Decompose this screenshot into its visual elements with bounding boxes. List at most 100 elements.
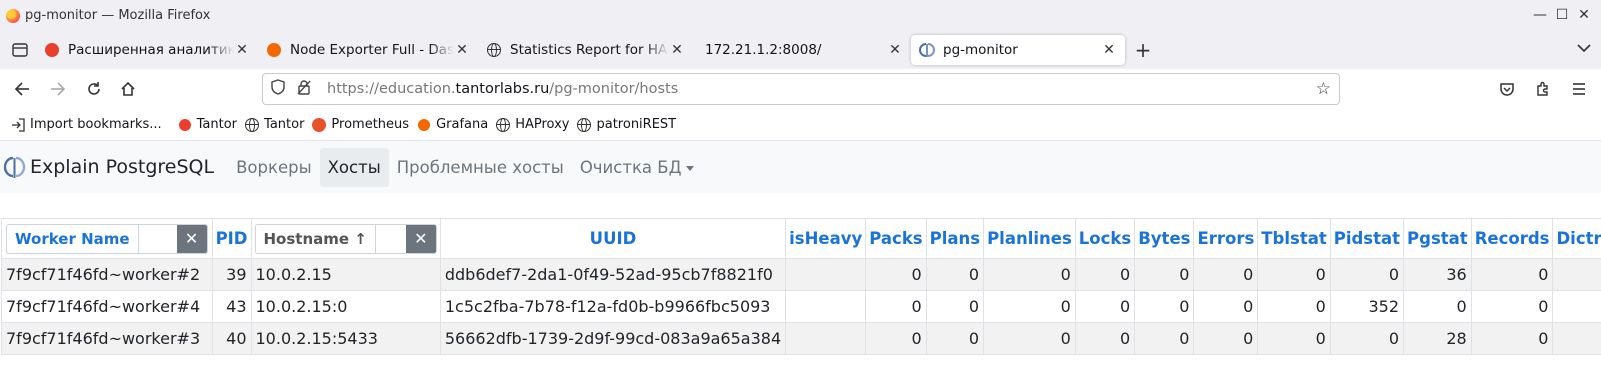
chevron-down-icon[interactable] [1577, 41, 1591, 57]
tab-close-icon[interactable]: ✕ [887, 42, 903, 58]
col-pidstat[interactable]: Pidstat [1329, 218, 1405, 259]
col-pid[interactable]: PID [211, 218, 252, 259]
tab-title: pg-monitor [943, 42, 1018, 58]
tab-close-icon[interactable]: ✕ [1101, 42, 1117, 58]
url-path: /pg-monitor/hosts [549, 81, 679, 97]
nav-workers[interactable]: Воркеры [228, 148, 320, 187]
back-arrow-icon[interactable] [6, 73, 38, 105]
col-pgstat[interactable]: Pgstat [1403, 218, 1472, 259]
cell-errors: 0 [1193, 258, 1259, 291]
cell-packs: 0 [865, 290, 927, 323]
tab-strip: Расширенная аналитика ✕ Node Exporter Fu… [0, 31, 1601, 69]
clear-icon[interactable]: ✕ [176, 224, 207, 253]
tab-close-icon[interactable]: ✕ [454, 42, 470, 58]
bookmark-tantor[interactable]: Tantor [177, 117, 237, 133]
col-worker-name: Worker Name ✕ [1, 218, 213, 259]
cell-packs: 0 [865, 322, 927, 355]
pocket-icon[interactable] [1491, 73, 1523, 105]
cell-planlines: 0 [983, 290, 1076, 323]
minimize-icon[interactable]: — [1529, 6, 1551, 24]
nav-hosts[interactable]: Хосты [319, 147, 389, 187]
col-records[interactable]: Records [1470, 218, 1554, 259]
tab-haproxy-stats[interactable]: Statistics Report for HAProxy ✕ [478, 35, 693, 65]
hosts-table: Worker Name ✕ PID Hostname ↑ ✕ UUID isHe… [1, 218, 1601, 355]
bookmark-haproxy[interactable]: HAProxy [495, 117, 569, 133]
tab-close-icon[interactable]: ✕ [234, 42, 250, 58]
tab-rasshirennaya-analitika[interactable]: Расширенная аналитика ✕ [36, 35, 258, 65]
cell-pid: 43 [211, 290, 252, 323]
col-plans[interactable]: Plans [925, 218, 985, 259]
url-prefix: https://education. [327, 81, 456, 97]
cell-dictrecords: 0 [1552, 322, 1601, 355]
bookmark-grafana[interactable]: Grafana [416, 117, 488, 133]
col-tblstat[interactable]: Tblstat [1257, 218, 1331, 259]
extensions-icon[interactable] [1527, 73, 1559, 105]
globe-icon [576, 117, 592, 133]
tracking-shield-icon[interactable] [271, 79, 291, 99]
bookmark-star-icon[interactable]: ☆ [1316, 79, 1331, 99]
cell-bytes: 0 [1134, 322, 1195, 355]
globe-icon [495, 117, 511, 133]
cell-errors: 0 [1193, 322, 1259, 355]
tab-title: Statistics Report for HAProxy [510, 42, 669, 58]
cell-hostname: 10.0.2.15:5433 [250, 322, 441, 355]
bookmark-prometheus[interactable]: Prometheus [311, 117, 409, 133]
cell-bytes: 0 [1134, 290, 1195, 323]
cell-dictrecords: 0 [1552, 290, 1601, 323]
col-packs[interactable]: Packs [865, 218, 927, 259]
table-row[interactable]: 7f9cf71f46fd~worker#3 40 10.0.2.15:5433 … [1, 322, 1601, 355]
col-is-heavy[interactable]: isHeavy [785, 218, 867, 259]
reload-icon[interactable] [78, 73, 110, 105]
bookmark-import[interactable]: Import bookmarks... [10, 117, 162, 133]
bookmark-label: Grafana [436, 117, 489, 132]
cell-is-heavy [785, 290, 867, 323]
prometheus-icon [311, 117, 327, 133]
clear-icon[interactable]: ✕ [405, 224, 436, 253]
tab-node-exporter[interactable]: Node Exporter Full - Dashboard ✕ [258, 35, 478, 65]
cell-pid: 40 [211, 322, 252, 355]
new-tab-icon[interactable]: + [1125, 31, 1161, 69]
cell-hostname: 10.0.2.15 [250, 258, 441, 291]
bookmark-tantor-2[interactable]: Tantor [244, 117, 304, 133]
hamburger-menu-icon[interactable] [1563, 73, 1595, 105]
globe-icon [486, 42, 502, 58]
lock-icon[interactable] [297, 79, 317, 99]
close-window-icon[interactable]: ✕ [1573, 6, 1595, 24]
forward-arrow-icon[interactable] [42, 73, 74, 105]
col-bytes[interactable]: Bytes [1134, 218, 1195, 259]
table-row[interactable]: 7f9cf71f46fd~worker#4 43 10.0.2.15:0 1c5… [1, 290, 1601, 323]
url-bar[interactable]: https://education. tantorlabs.ru/pg-monit… [262, 73, 1340, 105]
col-planlines[interactable]: Planlines [983, 218, 1076, 259]
col-locks[interactable]: Locks [1074, 218, 1136, 259]
hostname-sort[interactable]: Hostname ↑ [256, 224, 376, 253]
bookmarks-toolbar: Import bookmarks... Tantor Tantor Promet… [0, 109, 1601, 141]
table-row[interactable]: 7f9cf71f46fd~worker#2 39 10.0.2.15 ddb6d… [1, 258, 1601, 291]
tab-close-icon[interactable]: ✕ [669, 42, 685, 58]
nav-problem-hosts[interactable]: Проблемные хосты [389, 148, 572, 187]
tab-patroni-api[interactable]: 172.21.1.2:8008/ ✕ [693, 35, 911, 65]
cell-pgstat: 28 [1403, 322, 1472, 355]
hostname-filter-input[interactable] [375, 224, 406, 253]
bookmark-label: Prometheus [331, 117, 410, 132]
bookmark-label: HAProxy [515, 117, 570, 132]
cell-records: 0 [1470, 322, 1554, 355]
brand[interactable]: Explain PostgreSQL [4, 155, 214, 179]
tab-pg-monitor[interactable]: pg-monitor ✕ [911, 35, 1125, 65]
cell-locks: 0 [1074, 322, 1136, 355]
nav-db-cleanup[interactable]: Очистка БД [572, 148, 702, 187]
maximize-icon[interactable]: ☐ [1551, 6, 1573, 24]
cell-plans: 0 [925, 322, 985, 355]
cell-is-heavy [785, 258, 867, 291]
tantor-icon [177, 117, 193, 133]
hostname-filter: Hostname ↑ ✕ [254, 223, 437, 254]
bookmark-patronirest[interactable]: patroniREST [576, 117, 676, 133]
home-icon[interactable] [112, 73, 144, 105]
window-controls: — ☐ ✕ [1529, 6, 1595, 24]
col-errors[interactable]: Errors [1193, 218, 1259, 259]
tab-list-icon[interactable] [4, 31, 36, 69]
worker-name-sort[interactable]: Worker Name [7, 224, 139, 253]
col-dictrecords[interactable]: Dictrecords [1552, 218, 1601, 259]
worker-name-filter-input[interactable] [138, 224, 177, 253]
col-uuid[interactable]: UUID [439, 218, 787, 259]
url-host: tantorlabs.ru [455, 81, 550, 97]
